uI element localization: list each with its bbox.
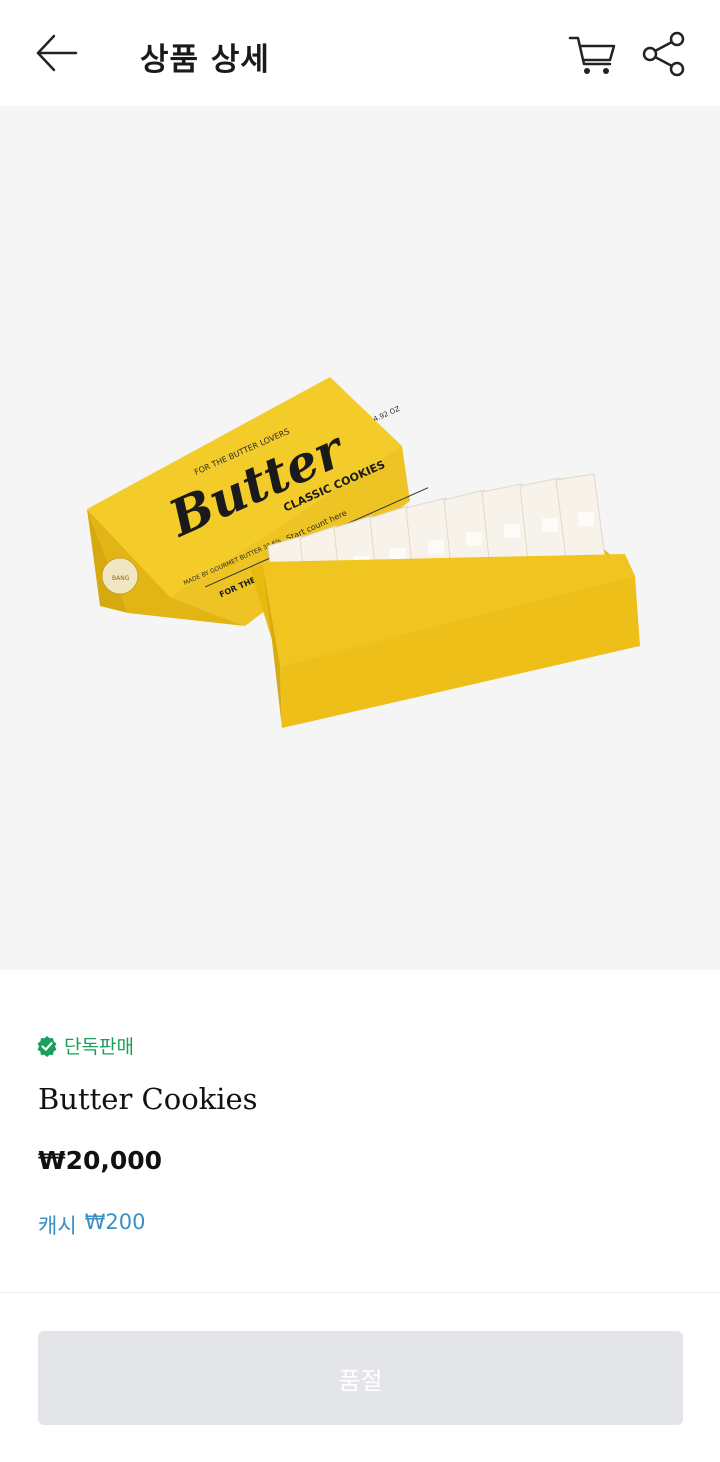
cart-button[interactable] bbox=[566, 30, 618, 78]
product-image[interactable]: FOR THE BUTTER LOVERS Butter CLASSIC COO… bbox=[0, 106, 720, 970]
cash-label: 캐시 bbox=[38, 1214, 77, 1238]
exclusive-badge: 단독판매 bbox=[36, 1032, 134, 1059]
product-name: Butter Cookies bbox=[38, 1082, 258, 1116]
box-seal-text: BANG bbox=[112, 575, 130, 582]
sold-out-button[interactable]: 품절 bbox=[38, 1331, 683, 1425]
product-price: ₩20,000 bbox=[38, 1146, 163, 1175]
box-weight: 4.92 OZ bbox=[372, 405, 401, 424]
cash-value: ₩200 bbox=[84, 1210, 146, 1234]
cash-reward: 캐시 ₩200 bbox=[38, 1210, 146, 1240]
cart-icon bbox=[568, 36, 616, 74]
arrow-left-icon bbox=[36, 34, 78, 72]
share-button[interactable] bbox=[640, 30, 688, 78]
section-divider bbox=[0, 1292, 720, 1293]
cookie-box-illustration: FOR THE BUTTER LOVERS Butter CLASSIC COO… bbox=[87, 377, 640, 728]
badge-label: 단독판매 bbox=[64, 1036, 134, 1058]
back-button[interactable] bbox=[30, 28, 82, 80]
check-badge-icon bbox=[37, 1035, 57, 1057]
top-app-bar: 상품 상세 bbox=[0, 0, 720, 106]
product-info: 단독판매 Butter Cookies ₩20,000 캐시 ₩200 bbox=[0, 970, 720, 1292]
share-icon bbox=[642, 31, 685, 77]
page-title: 상품 상세 bbox=[140, 42, 270, 78]
